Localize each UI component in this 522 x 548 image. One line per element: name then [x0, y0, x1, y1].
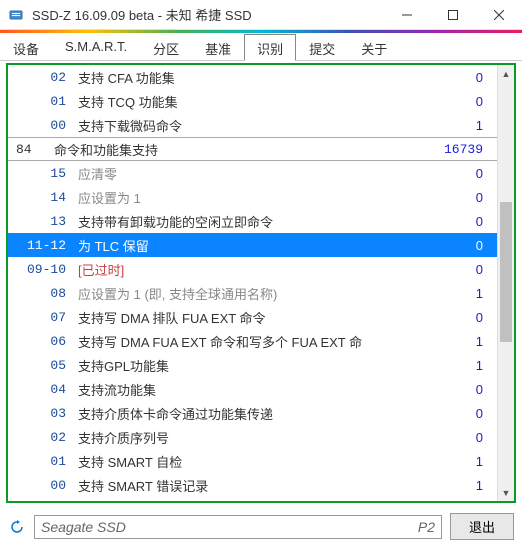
list-row[interactable]: 01支持 SMART 自检1 [8, 449, 497, 473]
row-value: 1 [431, 478, 491, 493]
exit-button[interactable]: 退出 [450, 513, 514, 540]
row-code: 09-10 [14, 262, 78, 277]
minimize-button[interactable] [384, 0, 430, 30]
row-desc: 支持流功能集 [78, 380, 431, 399]
row-code: 00 [14, 478, 78, 493]
tab-4[interactable]: 识别 [244, 34, 296, 61]
row-desc: 支持下载微码命令 [78, 116, 431, 135]
row-desc: 支持写 DMA FUA EXT 命令和写多个 FUA EXT 命 [78, 332, 431, 351]
row-value: 16739 [431, 142, 491, 157]
row-code: 07 [14, 310, 78, 325]
row-code: 01 [14, 454, 78, 469]
row-value: 0 [431, 190, 491, 205]
row-value: 0 [431, 166, 491, 181]
row-code: 08 [14, 286, 78, 301]
device-selector[interactable]: Seagate SSD P2 [34, 515, 442, 539]
row-code: 02 [14, 430, 78, 445]
tab-5[interactable]: 提交 [296, 34, 348, 61]
row-value: 0 [431, 310, 491, 325]
row-value: 0 [431, 382, 491, 397]
tab-1[interactable]: S.M.A.R.T. [52, 34, 140, 61]
content-panel: 02支持 CFA 功能集001支持 TCQ 功能集000支持下载微码命令184命… [6, 63, 516, 503]
scroll-thumb[interactable] [500, 202, 512, 342]
list-row[interactable]: 02支持 CFA 功能集0 [8, 65, 497, 89]
list-row[interactable]: 13支持带有卸载功能的空闲立即命令0 [8, 209, 497, 233]
list-row[interactable]: 14应设置为 10 [8, 185, 497, 209]
window-title: SSD-Z 16.09.09 beta - 未知 希捷 SSD [32, 5, 384, 24]
row-desc: 支持 SMART 错误记录 [78, 476, 431, 495]
row-code: 01 [14, 94, 78, 109]
row-value: 1 [431, 334, 491, 349]
row-value: 0 [431, 406, 491, 421]
section-header[interactable]: 84命令和功能集支持16739 [8, 137, 497, 161]
list-row[interactable]: 00支持下载微码命令1 [8, 113, 497, 137]
row-value: 0 [431, 94, 491, 109]
page-indicator: P2 [418, 519, 435, 535]
row-desc: 支持介质体卡命令通过功能集传递 [78, 404, 431, 423]
row-code: 05 [14, 358, 78, 373]
row-code: 15 [14, 166, 78, 181]
list-row[interactable]: 02支持介质序列号0 [8, 425, 497, 449]
row-code: 13 [14, 214, 78, 229]
tab-3[interactable]: 基准 [192, 34, 244, 61]
row-desc: 支持写 DMA 排队 FUA EXT 命令 [78, 308, 431, 327]
scroll-track[interactable] [498, 82, 514, 484]
row-value: 0 [431, 214, 491, 229]
scroll-down-button[interactable]: ▼ [498, 484, 514, 501]
list-row[interactable]: 08应设置为 1 (即, 支持全球通用名称)1 [8, 281, 497, 305]
list-area[interactable]: 02支持 CFA 功能集001支持 TCQ 功能集000支持下载微码命令184命… [8, 65, 497, 501]
close-button[interactable] [476, 0, 522, 30]
row-value: 0 [431, 70, 491, 85]
statusbar: Seagate SSD P2 退出 [0, 509, 522, 548]
row-desc: 支持 TCQ 功能集 [78, 92, 431, 111]
list-row[interactable]: 05支持GPL功能集1 [8, 353, 497, 377]
list-row[interactable]: 09-10[已过时]0 [8, 257, 497, 281]
row-code: 14 [14, 190, 78, 205]
row-desc: 支持 SMART 自检 [78, 452, 431, 471]
row-value: 1 [431, 454, 491, 469]
row-desc: 支持GPL功能集 [78, 356, 431, 375]
tab-bar: 设备S.M.A.R.T.分区基准识别提交关于 [0, 33, 522, 61]
app-icon [8, 7, 24, 23]
device-name: Seagate SSD [41, 519, 126, 535]
row-desc: 支持 CFA 功能集 [78, 68, 431, 87]
row-value: 0 [431, 238, 491, 253]
tab-0[interactable]: 设备 [0, 34, 52, 61]
row-code: 84 [14, 142, 54, 157]
list-row[interactable]: 01支持 TCQ 功能集0 [8, 89, 497, 113]
row-value: 0 [431, 430, 491, 445]
row-desc: 支持带有卸载功能的空闲立即命令 [78, 212, 431, 231]
maximize-button[interactable] [430, 0, 476, 30]
list-row[interactable]: 11-12为 TLC 保留0 [8, 233, 497, 257]
row-code: 06 [14, 334, 78, 349]
tab-6[interactable]: 关于 [348, 34, 400, 61]
row-code: 00 [14, 118, 78, 133]
row-value: 1 [431, 358, 491, 373]
row-value: 1 [431, 118, 491, 133]
row-desc: 命令和功能集支持 [54, 140, 431, 159]
row-code: 04 [14, 382, 78, 397]
scroll-up-button[interactable]: ▲ [498, 65, 514, 82]
row-desc: [已过时] [78, 260, 431, 279]
list-row[interactable]: 15应清零0 [8, 161, 497, 185]
row-desc: 应设置为 1 (即, 支持全球通用名称) [78, 284, 431, 303]
row-code: 02 [14, 70, 78, 85]
list-row[interactable]: 07支持写 DMA 排队 FUA EXT 命令0 [8, 305, 497, 329]
list-row[interactable]: 03支持介质体卡命令通过功能集传递0 [8, 401, 497, 425]
tab-2[interactable]: 分区 [140, 34, 192, 61]
list-row[interactable]: 06支持写 DMA FUA EXT 命令和写多个 FUA EXT 命1 [8, 329, 497, 353]
refresh-icon[interactable] [8, 518, 26, 536]
row-desc: 为 TLC 保留 [78, 236, 431, 255]
row-code: 03 [14, 406, 78, 421]
row-desc: 应设置为 1 [78, 188, 431, 207]
row-desc: 应清零 [78, 164, 431, 183]
scrollbar[interactable]: ▲ ▼ [497, 65, 514, 501]
row-desc: 支持介质序列号 [78, 428, 431, 447]
row-value: 1 [431, 286, 491, 301]
list-row[interactable]: 00支持 SMART 错误记录1 [8, 473, 497, 497]
row-value: 0 [431, 262, 491, 277]
list-row[interactable]: 04支持流功能集0 [8, 377, 497, 401]
titlebar: SSD-Z 16.09.09 beta - 未知 希捷 SSD [0, 0, 522, 30]
row-code: 11-12 [14, 238, 78, 253]
